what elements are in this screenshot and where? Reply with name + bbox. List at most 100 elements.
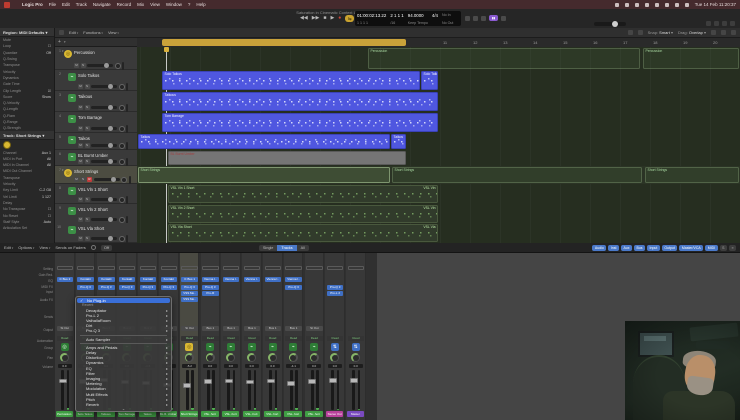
instrument-slot[interactable]: Vienna I.. [265, 277, 282, 282]
fader-cap[interactable] [308, 379, 316, 384]
region-tom-barrage[interactable]: Tom Barrage [162, 113, 438, 132]
fader-cap[interactable] [246, 380, 254, 385]
audio-fx-slot[interactable]: Pro-Q 3 [285, 285, 302, 290]
track-header-vsl-vln-1-short[interactable]: 8⌁VSL Vln 1 ShortMS [55, 184, 137, 204]
sends-on-faders-toggle[interactable] [91, 245, 96, 250]
channel-color-icon[interactable]: ◎ [185, 343, 193, 351]
volume-readout[interactable]: 0.0 [245, 364, 259, 368]
track-volume-knob[interactable] [108, 236, 113, 241]
setting-button[interactable] [77, 266, 94, 270]
audio-fx-slot[interactable]: Pro-Q 3 [119, 285, 136, 290]
cpu-meter-icon[interactable]: ▮▮ [489, 15, 498, 21]
audio-fx-slot[interactable]: Pro-L 2 [327, 291, 344, 296]
track-volume-knob[interactable] [108, 159, 113, 164]
midi-instrument-icon[interactable]: ⌁ [68, 73, 76, 81]
track-name[interactable]: VSL Vln 1 Short [78, 187, 108, 192]
inspector-region-header[interactable]: Region: MIDI Defaults ▾ [0, 28, 54, 37]
mixer-toggle-icon[interactable] [722, 21, 727, 26]
fader-track[interactable] [290, 370, 293, 410]
track-pan-knob[interactable] [119, 197, 125, 203]
fader-cap[interactable] [225, 379, 233, 384]
menu-scroll-arrow-icon[interactable]: ⌄ [76, 407, 171, 411]
lane-taikous[interactable]: Taikous [137, 91, 740, 112]
pan-knob[interactable] [247, 353, 256, 362]
audio-fx-slot[interactable]: Pro-Q 3 [77, 285, 94, 290]
menu-item-reverb[interactable]: Reverb▸ [76, 402, 171, 407]
output-slot[interactable]: Bus 1 [223, 326, 240, 331]
menu-item-no-plug-in[interactable]: No Plug-in✓ [77, 298, 170, 303]
add-track-menu[interactable]: ▾ [64, 40, 66, 44]
lane-vsl-vln-2-short[interactable]: VSL Vln 2 ShortVSL Vln [137, 204, 740, 224]
track-header-short-strings[interactable]: 7▾◎Short StringsMSR [55, 166, 137, 184]
mixer-filter-input[interactable]: Input [647, 245, 660, 251]
output-slot[interactable]: St Out [57, 326, 74, 331]
track-header-bl-burnt-umber[interactable]: 6⌁BL Burnt UmberMS [55, 150, 137, 166]
menubar-item-view[interactable]: View [150, 2, 160, 7]
solo-button[interactable]: S [85, 143, 90, 148]
setting-button[interactable] [265, 266, 282, 270]
track-volume-knob[interactable] [108, 197, 113, 202]
track-volume-slider[interactable] [91, 237, 117, 241]
instrument-slot[interactable]: Vienna I.. [285, 277, 302, 282]
menubar-item-?[interactable]: ? [188, 2, 191, 7]
output-slot[interactable]: Bus 1 [265, 326, 282, 331]
audio-fx-slot[interactable]: Pro-R [202, 291, 219, 296]
tracks-toolbar-menu-view[interactable]: View [108, 30, 119, 35]
midi-instrument-icon[interactable]: ⌁ [68, 94, 76, 102]
drag-menu[interactable]: Drag: Overlap ▾ [678, 30, 706, 35]
track-color-icon[interactable]: ◎ [64, 50, 72, 58]
track-pan-knob[interactable] [121, 177, 127, 183]
instrument-slot[interactable]: Vienna I.. [223, 277, 240, 282]
track-header-vsl-vln-2-short[interactable]: 9⌁VSL Vln 2 ShortMS [55, 204, 137, 224]
fader-track[interactable] [311, 370, 314, 410]
inspector-row-value[interactable]: Show [42, 95, 51, 99]
automation-mode-button[interactable]: Read [244, 336, 261, 341]
track-header-solo-taikos[interactable]: 2⌁Solo TaikosMS [55, 70, 137, 91]
channel-strip-master[interactable]: Read⇅0.0MSMaster [346, 253, 366, 420]
tuner-icon[interactable] [473, 16, 478, 21]
channel-name-plate[interactable]: VSL..hort [264, 411, 282, 417]
channel-strip-vsl--hort[interactable]: St OutRead⌁0.0MSVSL..hort [305, 253, 325, 420]
cycle-range[interactable] [162, 39, 406, 46]
setting-button[interactable] [181, 266, 198, 270]
volume-readout[interactable]: 0.0 [307, 364, 321, 368]
add-track-button[interactable]: + [58, 39, 61, 45]
midi-channel-icon[interactable]: ⌁ [227, 343, 235, 351]
audio-fx-slot[interactable]: Pro-Q 3 [161, 285, 178, 290]
menubar-status-icon[interactable] [675, 3, 679, 7]
inspector-row-value[interactable]: Aux 1 [42, 151, 51, 155]
track-volume-slider[interactable] [91, 127, 117, 131]
output-slot[interactable]: St Out [181, 326, 198, 331]
mixer-view-tracks[interactable]: Tracks [277, 245, 296, 251]
mute-button[interactable]: M [78, 159, 83, 164]
mute-button[interactable]: M [78, 236, 83, 241]
menubar-item-edit[interactable]: Edit [62, 2, 70, 7]
instrument-slot[interactable]: ⊙ Bus 1 [181, 277, 198, 282]
output-slot[interactable]: Bus 1 [202, 326, 219, 331]
volume-readout[interactable]: 0.0 [349, 364, 363, 368]
mute-button[interactable]: M [74, 177, 79, 182]
inspector-row-value[interactable]: ☐ [48, 214, 51, 218]
mixer-edit-menu[interactable]: Edit [4, 245, 13, 250]
fader-cap[interactable] [350, 378, 358, 383]
track-header-taikous[interactable]: 3⌁TaikousMS [55, 91, 137, 112]
mixer-filter-midi[interactable]: MIDI [705, 245, 717, 251]
pan-knob[interactable] [185, 353, 194, 362]
lane-vsl-vla-short[interactable]: VSL Vla ShortVSL Vla [137, 223, 740, 243]
fader-track[interactable] [248, 370, 251, 410]
menubar-item-window[interactable]: Window [166, 2, 182, 7]
track-name[interactable]: Tom Barrage [78, 115, 102, 120]
pan-knob[interactable] [330, 353, 339, 362]
pan-knob[interactable] [206, 353, 215, 362]
mixer-view-single[interactable]: Single [259, 245, 278, 251]
solo-icon[interactable] [481, 16, 486, 21]
audio-fx-slot[interactable]: VSS Mo.. [181, 297, 198, 302]
stop-button[interactable]: ■ [323, 16, 326, 21]
midi-instrument-icon[interactable]: ⌁ [68, 226, 76, 234]
track-pan-knob[interactable] [119, 105, 125, 111]
pan-knob[interactable] [351, 353, 360, 362]
track-name[interactable]: Solo Taikos [78, 73, 99, 78]
inspector-row-value[interactable]: ☐ [48, 44, 51, 48]
audio-fx-slot[interactable]: VSS Mo.. [181, 291, 198, 296]
track-volume-knob[interactable] [108, 143, 113, 148]
